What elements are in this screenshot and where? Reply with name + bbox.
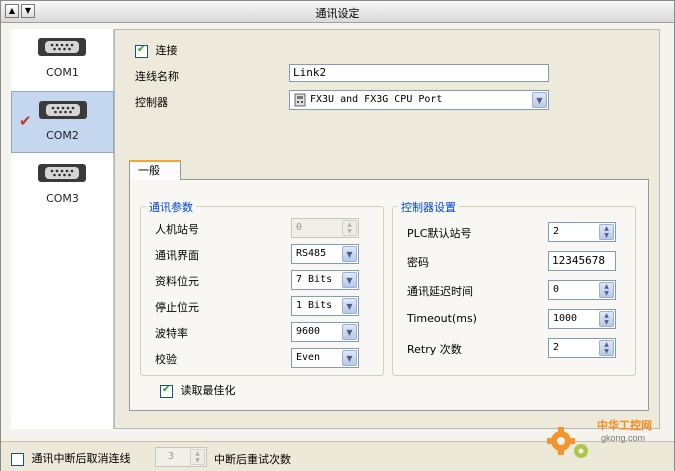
interface-label: 通讯界面: [155, 249, 199, 262]
data-bits-select[interactable]: 7 Bits ▼: [291, 270, 359, 290]
cancel-on-disconnect-checkbox[interactable]: [11, 452, 24, 466]
controller-select-value: FX3U and FX3G CPU Port: [310, 94, 443, 105]
stepper-arrows-icon: ▲ ▼: [190, 449, 205, 465]
chevron-down-icon[interactable]: ▼: [342, 324, 357, 340]
cancel-on-disconnect-label: 通讯中断后取消连线: [31, 452, 131, 465]
interface-select[interactable]: RS485 ▼: [291, 244, 359, 264]
hmi-station-value: 0: [296, 222, 303, 233]
window-title: 通讯设定: [315, 7, 360, 20]
sidebar-item-com1[interactable]: COM1: [11, 29, 114, 91]
watermark-brand: 中华工控网: [597, 418, 652, 432]
password-label: 密码: [407, 256, 429, 269]
parity-select[interactable]: Even ▼: [291, 348, 359, 368]
comm-params-title: 通讯参数: [146, 199, 196, 215]
chevron-down-icon[interactable]: ▼: [342, 246, 357, 262]
retry-count-stepper[interactable]: 2 ▲ ▼: [548, 338, 616, 358]
settings-window: ▲ ▼ 通讯设定 COM1 ✔ COM2 COM3 ✔ 连接 连线名称 Link…: [0, 0, 675, 471]
serial-port-icon: [39, 101, 87, 119]
comm-params-group: 通讯参数 人机站号 0 ▲ ▼ 通讯界面 RS485 ▼ 资料位元 7 Bits …: [140, 199, 384, 376]
retry-count-label: Retry 次数: [407, 343, 462, 356]
controller-settings-group: 控制器设置 PLC默认站号 2 ▲ ▼ 密码 12345678 通讯延迟时间 0 …: [392, 199, 636, 376]
timeout-value: 1000: [553, 313, 578, 324]
plc-station-stepper[interactable]: 2 ▲ ▼: [548, 222, 616, 242]
watermark-domain: gkong.com: [601, 433, 645, 443]
stepper-arrows-icon: ▲ ▼: [342, 220, 357, 236]
stepper-arrows-icon[interactable]: ▲ ▼: [599, 311, 614, 327]
comm-delay-label: 通讯延迟时间: [407, 285, 473, 298]
sidebar-item-label: COM3: [46, 192, 79, 205]
controller-settings-title: 控制器设置: [398, 199, 459, 215]
sidebar-item-com3[interactable]: COM3: [11, 155, 114, 217]
baud-rate-label: 波特率: [155, 327, 188, 340]
hmi-station-stepper: 0 ▲ ▼: [291, 218, 359, 238]
reconnect-count-label: 中断后重试次数: [214, 453, 291, 466]
data-bits-value: 7 Bits: [296, 274, 333, 285]
sidebar-item-label: COM1: [46, 66, 79, 79]
connect-checkbox[interactable]: [135, 44, 148, 58]
reconnect-count-stepper: 3 ▲ ▼: [155, 447, 207, 467]
link-name-label: 连线名称: [135, 70, 179, 83]
optimize-label: 读取最佳化: [180, 384, 236, 397]
connect-row: 连接: [135, 42, 178, 58]
stop-bits-label: 停止位元: [155, 301, 199, 314]
sidebar-item-com2[interactable]: ✔ COM2: [11, 91, 114, 153]
serial-port-icon: [38, 38, 86, 56]
baud-rate-value: 9600: [296, 326, 321, 337]
parity-label: 校验: [155, 353, 177, 366]
controller-select[interactable]: FX3U and FX3G CPU Port ▼: [289, 90, 549, 110]
optimize-row: 读取最佳化: [160, 382, 236, 398]
stepper-arrows-icon[interactable]: ▲ ▼: [599, 224, 614, 240]
chevron-down-icon[interactable]: ▼: [342, 298, 357, 314]
stop-bits-select[interactable]: 1 Bits ▼: [291, 296, 359, 316]
controller-label: 控制器: [135, 96, 168, 109]
reconnect-count-value: 3: [168, 451, 175, 462]
gkong-logo-icon: 中华工控网 gkong.com: [547, 418, 652, 458]
selected-check-icon: ✔: [19, 112, 32, 130]
title-bar: ▲ ▼ 通讯设定: [1, 1, 674, 23]
plc-device-icon: [294, 93, 306, 107]
hmi-station-label: 人机站号: [155, 223, 199, 236]
parity-value: Even: [296, 352, 321, 363]
comm-delay-stepper[interactable]: 0 ▲ ▼: [548, 280, 616, 300]
optimize-checkbox[interactable]: [160, 384, 173, 398]
tab-general-panel: 通讯参数 人机站号 0 ▲ ▼ 通讯界面 RS485 ▼ 资料位元 7 Bits …: [129, 179, 649, 411]
plc-station-label: PLC默认站号: [407, 227, 472, 240]
comm-delay-value: 0: [553, 284, 560, 295]
stepper-arrows-icon[interactable]: ▲ ▼: [599, 340, 614, 356]
password-input[interactable]: 12345678: [548, 251, 616, 271]
chevron-down-icon[interactable]: ▼: [342, 272, 357, 288]
timeout-stepper[interactable]: 1000 ▲ ▼: [548, 309, 616, 329]
gkong-watermark: 中华工控网 gkong.com: [541, 413, 675, 463]
stepper-arrows-icon[interactable]: ▲ ▼: [599, 282, 614, 298]
serial-port-icon: [38, 164, 86, 182]
cancel-on-disconnect-row: 通讯中断后取消连线: [11, 450, 131, 466]
com-port-sidebar: COM1 ✔ COM2 COM3: [11, 29, 114, 429]
plc-station-value: 2: [553, 226, 560, 237]
retry-count-value: 2: [553, 342, 560, 353]
stop-bits-value: 1 Bits: [296, 300, 333, 311]
data-bits-label: 资料位元: [155, 275, 199, 288]
tab-general[interactable]: 一般: [129, 160, 181, 180]
interface-value: RS485: [296, 248, 327, 259]
chevron-down-icon[interactable]: ▼: [342, 350, 357, 366]
link-name-input[interactable]: Link2: [289, 64, 549, 82]
main-panel: 连接 连线名称 Link2 控制器 FX3U and FX3G CPU Port…: [114, 29, 660, 429]
timeout-label: Timeout(ms): [407, 312, 477, 325]
baud-rate-select[interactable]: 9600 ▼: [291, 322, 359, 342]
connect-label: 连接: [155, 44, 178, 57]
sidebar-item-label: COM2: [46, 129, 79, 142]
chevron-down-icon[interactable]: ▼: [532, 92, 547, 108]
